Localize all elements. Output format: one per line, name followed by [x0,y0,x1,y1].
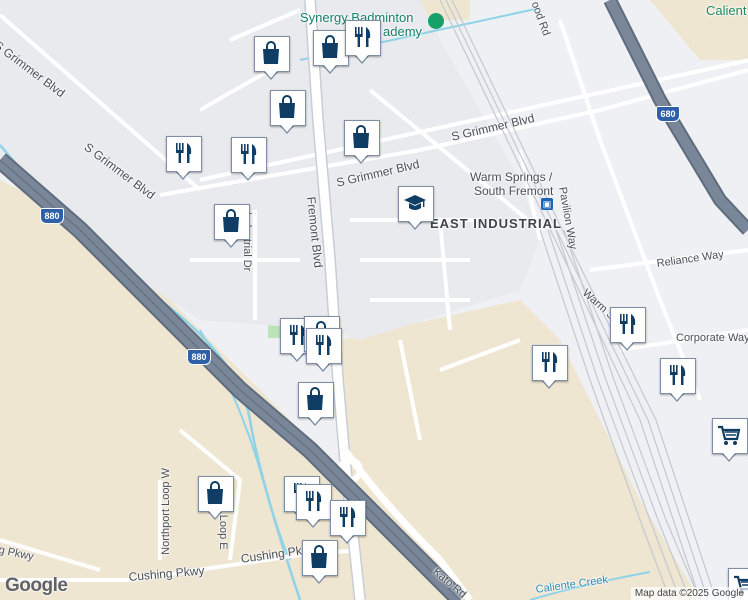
interstate-880-shield-2: 880 [187,349,211,365]
road-label-corporate-way: Corporate Way [676,332,748,344]
poi-pin-shopping[interactable] [270,90,306,134]
poi-pin-restaurant[interactable] [345,20,381,64]
poi-pin-shopping[interactable] [198,476,234,520]
interstate-680-shield: 680 [656,106,680,122]
poi-pin-restaurant[interactable] [166,136,202,180]
poi-pin-shopping[interactable] [313,30,349,74]
poi-badminton-marker[interactable] [428,13,444,29]
poi-pin-school[interactable] [398,186,434,230]
transit-label-warm-springs: Warm Springs / [470,170,553,184]
poi-pin-shopping[interactable] [254,36,290,80]
map-base-layer [0,0,748,600]
poi-pin-shopping[interactable] [344,120,380,164]
road-label-northport-loop-w: Northport Loop W [160,468,172,555]
poi-pin-shopping[interactable] [214,204,250,248]
poi-pin-restaurant[interactable] [660,358,696,402]
poi-label-academy[interactable]: ademy [383,24,422,39]
map-attribution: Map data ©2025 Google [630,587,748,600]
area-label-caliente: Calient [706,3,747,18]
poi-pin-shopping[interactable] [298,382,334,426]
poi-pin-grocery[interactable] [712,418,748,462]
poi-pin-restaurant[interactable] [296,484,332,528]
poi-pin-restaurant[interactable] [610,307,646,351]
poi-pin-restaurant[interactable] [306,328,342,372]
transit-label-south-fremont: South Fremont [474,184,554,198]
poi-pin-restaurant[interactable] [532,345,568,389]
interstate-880-shield: 880 [40,208,64,224]
poi-pin-restaurant[interactable] [330,500,366,544]
google-logo: Google [5,575,68,596]
train-station-icon[interactable]: ▣ [541,198,553,210]
area-label-east-industrial: EAST INDUSTRIAL [430,216,562,231]
poi-pin-shopping[interactable] [302,540,338,584]
map-canvas[interactable]: S Grimmer Blvd S Grimmer Blvd S Grimmer … [0,0,748,600]
poi-pin-restaurant[interactable] [231,137,267,181]
